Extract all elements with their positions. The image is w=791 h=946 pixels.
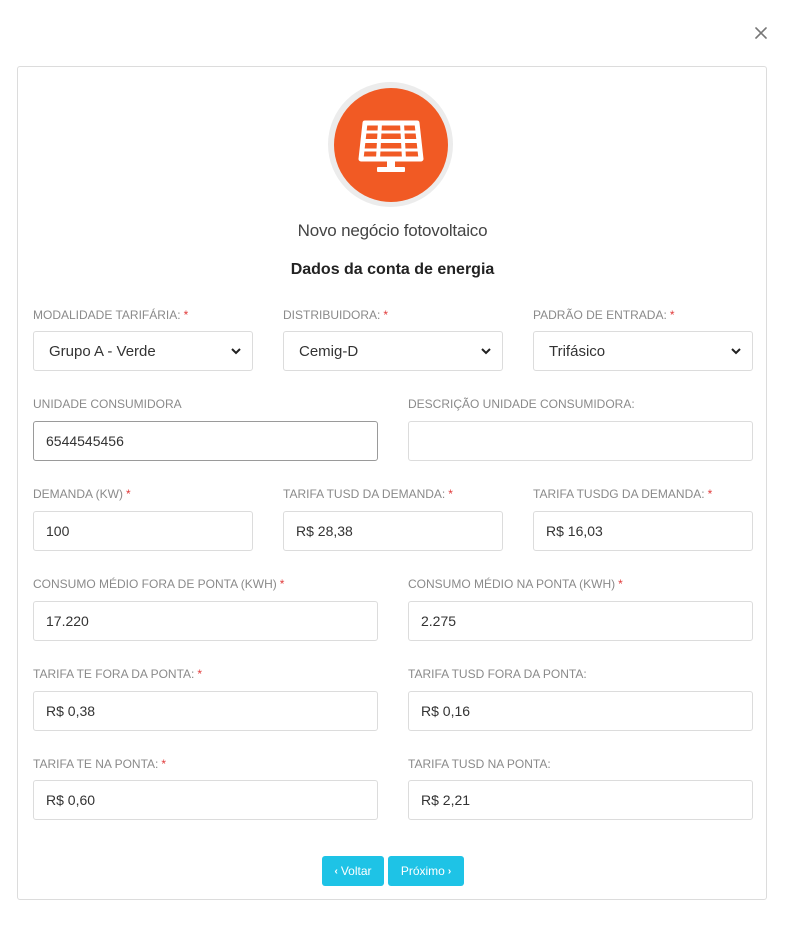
tusdg-demanda-input[interactable] [533, 511, 753, 551]
te-fora-input[interactable] [33, 691, 378, 731]
tusd-fora-label: TARIFA TUSD FORA DA PONTA: [408, 667, 587, 681]
next-button[interactable]: Próximo › [388, 856, 464, 886]
modalidade-select[interactable]: Grupo A - Verde [33, 331, 253, 371]
consumo-fora-input[interactable] [33, 601, 378, 641]
modalidade-label: MODALIDADE TARIFÁRIA: * [33, 308, 189, 322]
chevron-down-icon [231, 348, 241, 355]
logo-circle [333, 87, 448, 202]
section-title: Dados da conta de energia [290, 261, 495, 278]
descricao-label: DESCRIÇÃO UNIDADE CONSUMIDORA: [408, 397, 635, 411]
close-icon[interactable] [752, 24, 770, 42]
chevron-left-icon: ‹ [334, 865, 338, 877]
te-ponta-input[interactable] [33, 780, 378, 820]
tusd-fora-input[interactable] [408, 691, 753, 731]
tusd-ponta-input[interactable] [408, 780, 753, 820]
modal-subtitle: Novo negócio fotovoltaico [297, 221, 488, 240]
distribuidora-label: DISTRIBUIDORA: * [283, 308, 389, 322]
demanda-input[interactable] [33, 511, 253, 551]
tusd-demanda-label: TARIFA TUSD DA DEMANDA: * [283, 487, 453, 501]
tusd-ponta-label: TARIFA TUSD NA PONTA: [408, 757, 551, 771]
demanda-label: DEMANDA (KW) * [33, 487, 131, 501]
chevron-right-icon: › [447, 865, 452, 877]
consumo-ponta-label: CONSUMO MÉDIO NA PONTA (KWH) * [408, 577, 623, 591]
consumo-fora-label: CONSUMO MÉDIO FORA DE PONTA (KWH) * [33, 577, 285, 591]
descricao-input[interactable] [408, 421, 753, 461]
unidade-input[interactable] [33, 421, 378, 461]
chevron-down-icon [731, 348, 741, 355]
unidade-label: UNIDADE CONSUMIDORA [33, 397, 182, 411]
solar-panel-icon [358, 120, 423, 172]
te-fora-label: TARIFA TE FORA DA PONTA: * [33, 667, 203, 681]
padrao-select[interactable]: Trifásico [533, 331, 753, 371]
consumo-ponta-input[interactable] [408, 601, 753, 641]
distribuidora-select[interactable]: Cemig-D [283, 331, 503, 371]
tusdg-demanda-label: TARIFA TUSDG DA DEMANDA: * [533, 487, 713, 501]
logo-badge [328, 82, 453, 207]
chevron-down-icon [481, 348, 491, 355]
padrao-label: PADRÃO DE ENTRADA: * [533, 308, 675, 322]
back-button[interactable]: ‹ Voltar [322, 856, 384, 886]
tusd-demanda-input[interactable] [283, 511, 503, 551]
te-ponta-label: TARIFA TE NA PONTA: * [33, 757, 167, 771]
